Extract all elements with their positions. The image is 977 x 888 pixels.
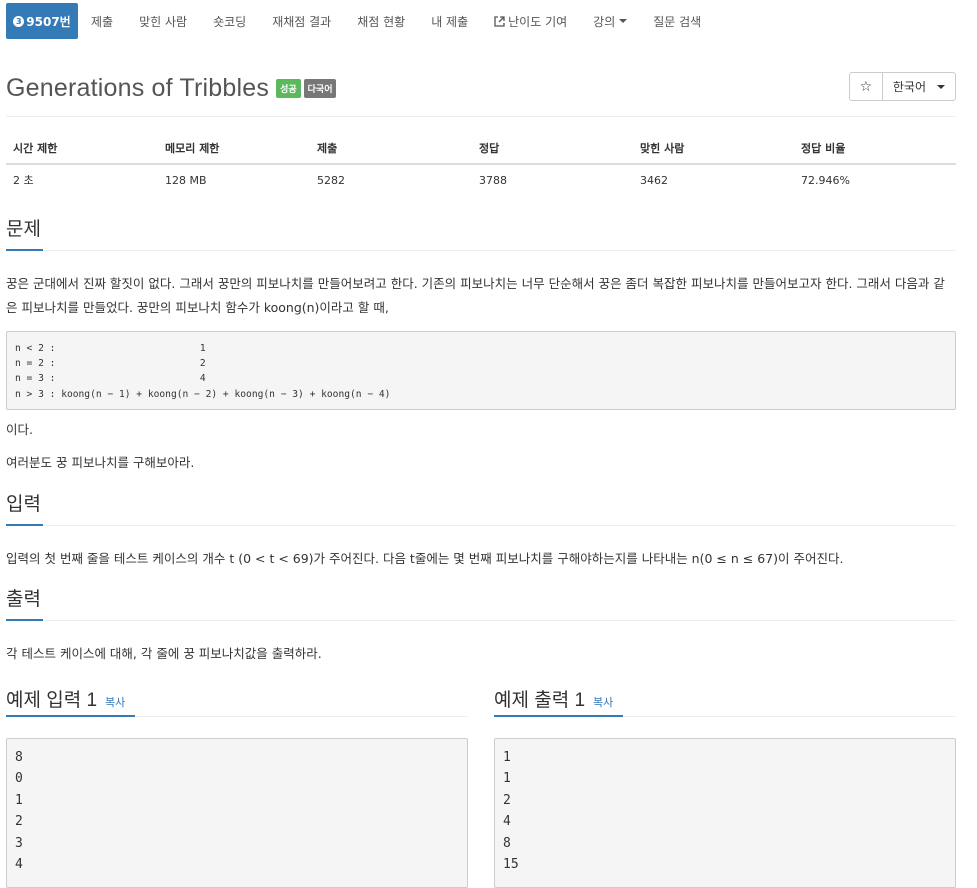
header-memory-limit: 메모리 제한 bbox=[158, 133, 310, 165]
header-solved-users: 맞힌 사람 bbox=[633, 133, 794, 165]
language-label: 한국어 bbox=[892, 80, 926, 94]
nav-question-search[interactable]: 질문 검색 bbox=[640, 3, 714, 39]
multilang-badge: 다국어 bbox=[303, 78, 337, 98]
success-badge: 성공 bbox=[276, 78, 301, 98]
accept-ratio-value: 72.946% bbox=[801, 173, 850, 187]
nav-submit[interactable]: 제출 bbox=[78, 3, 126, 39]
nav-lectures-dropdown[interactable]: 강의 bbox=[580, 3, 640, 39]
time-limit-value: 2 초 bbox=[13, 174, 34, 187]
caret-down-icon bbox=[937, 84, 945, 89]
nav-rejudge-results[interactable]: 재채점 결과 bbox=[259, 3, 344, 39]
problem-section-header: 문제 bbox=[6, 215, 956, 251]
problem-description: 꿍은 군대에서 진짜 할짓이 없다. 그래서 꿍만의 피보나치를 만들어보려고 … bbox=[6, 276, 945, 315]
nav-difficulty-label: 난이도 기여 bbox=[508, 14, 568, 29]
external-link-icon bbox=[494, 15, 505, 27]
nav-solved-users[interactable]: 맞힌 사람 bbox=[126, 3, 200, 39]
nav-my-submissions[interactable]: 내 제출 bbox=[418, 3, 481, 39]
nav-lectures-label: 강의 bbox=[593, 14, 616, 29]
problem-description-end: 이다. bbox=[6, 422, 33, 437]
output-heading: 출력 bbox=[6, 585, 43, 621]
header-accepted: 정답 bbox=[472, 133, 633, 165]
submissions-value: 5282 bbox=[317, 173, 345, 187]
header-accept-ratio: 정답 비율 bbox=[794, 133, 956, 165]
language-dropdown[interactable]: 한국어 bbox=[883, 73, 955, 100]
nav-status[interactable]: 채점 현황 bbox=[344, 3, 418, 39]
nav-short-coding[interactable]: 숏코딩 bbox=[200, 3, 259, 39]
header-time-limit: 시간 제한 bbox=[6, 133, 158, 165]
accepted-value: 3788 bbox=[479, 173, 507, 187]
sample-input-header: 예제 입력 1 복사 bbox=[6, 685, 468, 717]
output-description: 각 테스트 케이스에 대해, 각 줄에 꿍 피보나치값을 출력하라. bbox=[6, 646, 322, 661]
problem-instruction: 여러분도 꿍 피보나치를 구해보아라. bbox=[6, 455, 195, 470]
input-section-header: 입력 bbox=[6, 490, 956, 526]
caret-down-icon bbox=[619, 19, 628, 23]
table-row: 2 초 128 MB 5282 3788 3462 72.946% bbox=[6, 164, 956, 195]
nav-difficulty-contribution[interactable]: 난이도 기여 bbox=[481, 3, 580, 39]
sample-output-heading: 예제 출력 1 bbox=[494, 690, 586, 711]
formula-block: n < 2 : 1 n = 2 : 2 n = 3 : 4 n > 3 : ko… bbox=[6, 331, 956, 410]
copy-sample-output-button[interactable]: 복사 bbox=[593, 694, 613, 710]
input-description: 입력의 첫 번째 줄을 테스트 케이스의 개수 t (0 < t < 69)가 … bbox=[6, 551, 844, 566]
problem-title-row: Generations of Tribbles 성공 다국어 ☆ 한국어 bbox=[6, 72, 956, 104]
star-icon: ☆ bbox=[859, 78, 873, 95]
output-section-header: 출력 bbox=[6, 585, 956, 621]
problem-info-table: 시간 제한 메모리 제한 제출 정답 맞힌 사람 정답 비율 2 초 128 M… bbox=[6, 133, 956, 195]
solved-users-value: 3462 bbox=[640, 173, 668, 187]
sample-input-heading: 예제 입력 1 bbox=[6, 690, 98, 711]
sample-output-box: 1 1 2 4 8 15 bbox=[494, 738, 956, 888]
problem-heading: 문제 bbox=[6, 215, 43, 251]
header-submissions: 제출 bbox=[310, 133, 472, 165]
problem-title: Generations of Tribbles bbox=[6, 73, 270, 102]
tier-icon: 3 bbox=[13, 15, 25, 27]
input-heading: 입력 bbox=[6, 490, 43, 526]
table-header-row: 시간 제한 메모리 제한 제출 정답 맞힌 사람 정답 비율 bbox=[6, 133, 956, 165]
title-controls: ☆ 한국어 bbox=[848, 72, 956, 101]
favorite-star-button[interactable]: ☆ bbox=[850, 73, 883, 100]
memory-limit-value: 128 MB bbox=[165, 173, 207, 187]
problem-number: 9507번 bbox=[26, 14, 71, 29]
nav-problem-number[interactable]: 3 9507번 bbox=[6, 3, 78, 39]
sample-input-box: 8 0 1 2 3 4 bbox=[6, 738, 468, 888]
problem-menu: 3 9507번 제출 맞힌 사람 숏코딩 재채점 결과 채점 현황 내 제출 난… bbox=[6, 3, 956, 39]
copy-sample-input-button[interactable]: 복사 bbox=[105, 694, 125, 710]
divider bbox=[6, 116, 956, 117]
sample-output-header: 예제 출력 1 복사 bbox=[494, 685, 956, 717]
